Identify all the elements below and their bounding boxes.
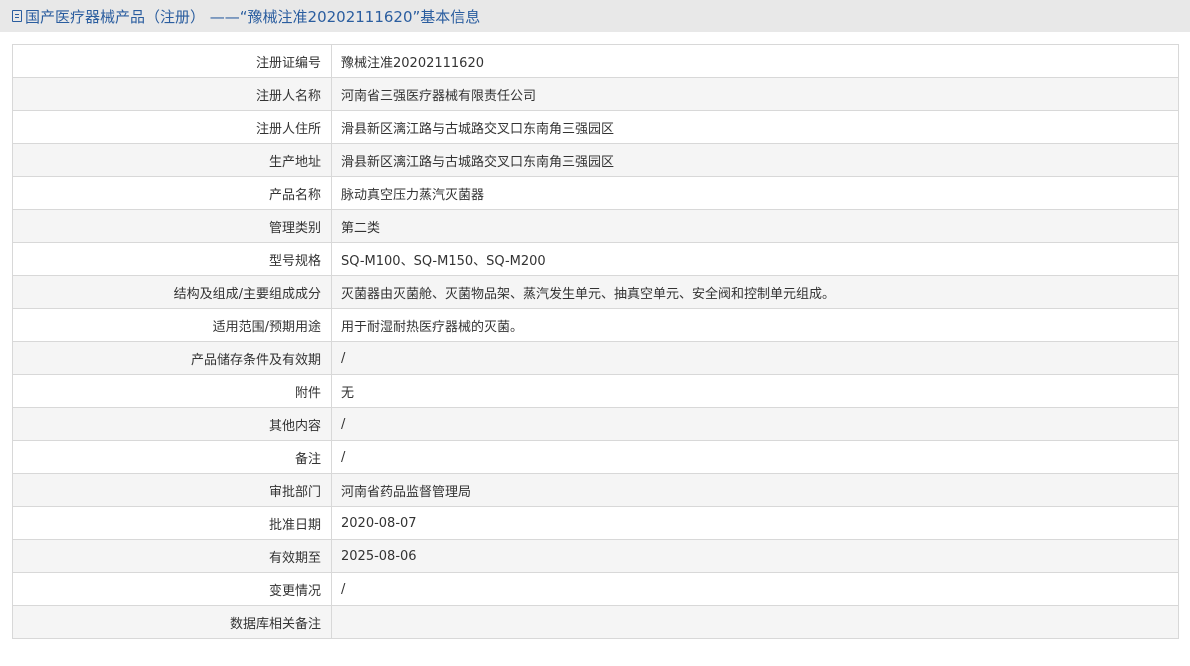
field-label: 管理类别 [12, 209, 332, 243]
field-value: 河南省三强医疗器械有限责任公司 [331, 77, 1179, 111]
table-row: 注册证编号 豫械注准20202111620 [12, 44, 1179, 78]
field-value: 2025-08-06 [331, 539, 1179, 573]
field-value: 滑县新区漓江路与古城路交叉口东南角三强园区 [331, 143, 1179, 177]
table-row: 注册人名称 河南省三强医疗器械有限责任公司 [12, 77, 1179, 111]
field-value: 豫械注准20202111620 [331, 44, 1179, 78]
field-label: 注册人名称 [12, 77, 332, 111]
field-value: 灭菌器由灭菌舱、灭菌物品架、蒸汽发生单元、抽真空单元、安全阀和控制单元组成。 [331, 275, 1179, 309]
table-row: 管理类别 第二类 [12, 209, 1179, 243]
table-row: 生产地址 滑县新区漓江路与古城路交叉口东南角三强园区 [12, 143, 1179, 177]
table-row: 其他内容 / [12, 407, 1179, 441]
field-label: 有效期至 [12, 539, 332, 573]
field-value: 河南省药品监督管理局 [331, 473, 1179, 507]
field-value: / [331, 341, 1179, 375]
field-label: 其他内容 [12, 407, 332, 441]
field-label: 数据库相关备注 [12, 605, 332, 639]
field-value: 脉动真空压力蒸汽灭菌器 [331, 176, 1179, 210]
field-label: 结构及组成/主要组成成分 [12, 275, 332, 309]
table-row: 变更情况 / [12, 572, 1179, 606]
table-row: 批准日期 2020-08-07 [12, 506, 1179, 540]
info-table-container: 注册证编号 豫械注准20202111620 注册人名称 河南省三强医疗器械有限责任公司… [12, 44, 1179, 639]
field-value: 滑县新区漓江路与古城路交叉口东南角三强园区 [331, 110, 1179, 144]
field-label: 注册人住所 [12, 110, 332, 144]
info-table: 注册证编号 豫械注准20202111620 注册人名称 河南省三强医疗器械有限责任公司… [12, 44, 1179, 639]
field-label: 产品名称 [12, 176, 332, 210]
field-label: 注册证编号 [12, 44, 332, 78]
info-table-body: 注册证编号 豫械注准20202111620 注册人名称 河南省三强医疗器械有限责任公司… [12, 44, 1179, 639]
field-label: 批准日期 [12, 506, 332, 540]
page-title: 国产医疗器械产品（注册） ——“豫械注准20202111620”基本信息 [25, 7, 481, 26]
table-row: 型号规格 SQ-M100、SQ-M150、SQ-M200 [12, 242, 1179, 276]
field-label: 生产地址 [12, 143, 332, 177]
field-value: / [331, 440, 1179, 474]
table-row: 产品储存条件及有效期 / [12, 341, 1179, 375]
field-label: 备注 [12, 440, 332, 474]
field-value: 无 [331, 374, 1179, 408]
field-value: / [331, 407, 1179, 441]
table-row: 数据库相关备注 [12, 605, 1179, 639]
field-value: 用于耐湿耐热医疗器械的灭菌。 [331, 308, 1179, 342]
table-row: 备注 / [12, 440, 1179, 474]
field-value: 第二类 [331, 209, 1179, 243]
field-label: 变更情况 [12, 572, 332, 606]
table-row: 适用范围/预期用途 用于耐湿耐热医疗器械的灭菌。 [12, 308, 1179, 342]
page-header: 国产医疗器械产品（注册） ——“豫械注准20202111620”基本信息 [0, 0, 1190, 32]
field-label: 审批部门 [12, 473, 332, 507]
table-row: 有效期至 2025-08-06 [12, 539, 1179, 573]
field-value: 2020-08-07 [331, 506, 1179, 540]
field-label: 型号规格 [12, 242, 332, 276]
table-row: 附件无 [12, 374, 1179, 408]
field-label: 产品储存条件及有效期 [12, 341, 332, 375]
table-row: 产品名称 脉动真空压力蒸汽灭菌器 [12, 176, 1179, 210]
field-label: 附件 [12, 374, 332, 408]
table-row: 结构及组成/主要组成成分 灭菌器由灭菌舱、灭菌物品架、蒸汽发生单元、抽真空单元、安… [12, 275, 1179, 309]
field-value: / [331, 572, 1179, 606]
field-value [331, 605, 1179, 639]
document-icon [12, 10, 22, 22]
table-row: 注册人住所 滑县新区漓江路与古城路交叉口东南角三强园区 [12, 110, 1179, 144]
table-row: 审批部门 河南省药品监督管理局 [12, 473, 1179, 507]
field-value: SQ-M100、SQ-M150、SQ-M200 [331, 242, 1179, 276]
field-label: 适用范围/预期用途 [12, 308, 332, 342]
